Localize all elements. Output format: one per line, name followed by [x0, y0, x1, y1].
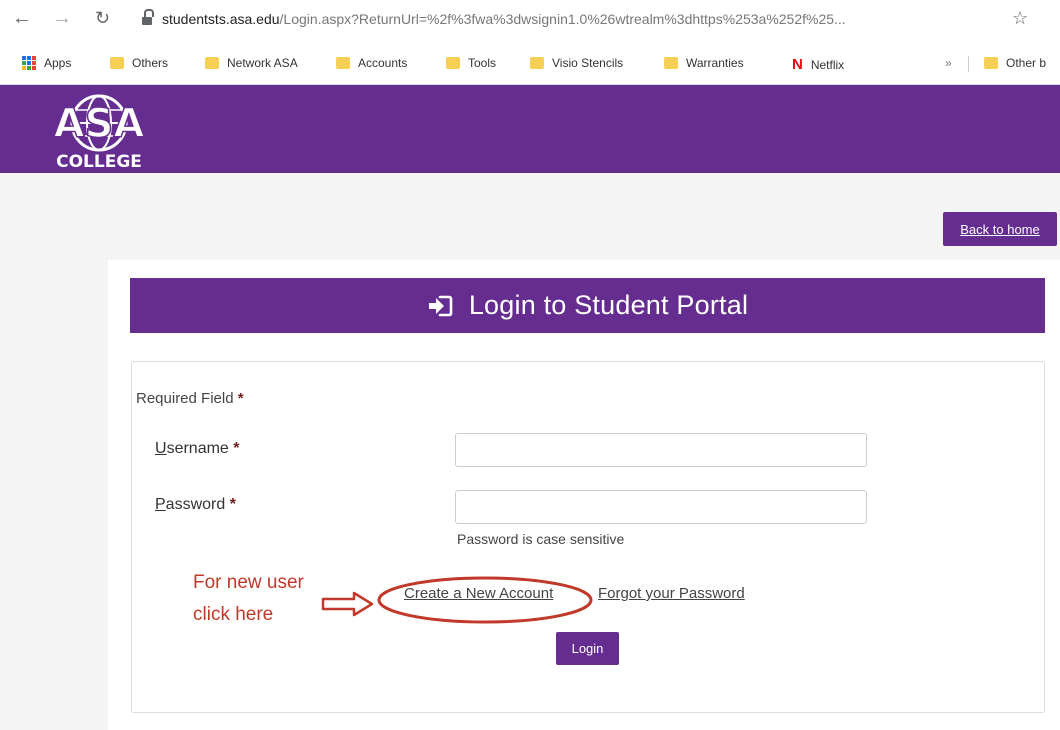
bookmarks-divider	[968, 56, 969, 72]
password-label: Password *	[155, 496, 236, 513]
username-label: Username *	[155, 440, 240, 457]
folder-icon	[530, 57, 544, 69]
bookmark-accounts[interactable]: Accounts	[336, 56, 407, 70]
folder-icon	[110, 57, 124, 69]
folder-icon	[205, 57, 219, 69]
netflix-icon: N	[792, 56, 803, 73]
bookmark-other-bookmarks[interactable]: Other b	[984, 56, 1046, 70]
annotation-line-1: For new user	[193, 572, 304, 593]
apps-icon	[22, 56, 36, 70]
folder-icon	[336, 57, 350, 69]
logo-subtext: COLLEGE	[56, 152, 142, 171]
back-arrow-icon[interactable]: ←	[12, 8, 32, 28]
url-text: studentsts.asa.edu/Login.aspx?ReturnUrl=…	[162, 11, 846, 27]
forward-arrow-icon[interactable]: →	[52, 8, 72, 28]
bookmarks-overflow-button[interactable]: »	[945, 56, 952, 70]
bookmark-tools[interactable]: Tools	[446, 56, 496, 70]
bookmark-others[interactable]: Others	[110, 56, 168, 70]
login-title-bar: Login to Student Portal	[130, 278, 1045, 333]
login-button[interactable]: Login	[556, 632, 619, 665]
required-asterisk: *	[233, 440, 240, 457]
annotation-line-2: click here	[193, 604, 274, 625]
forgot-password-link[interactable]: Forgot your Password	[598, 585, 745, 602]
bookmark-star-icon[interactable]: ☆	[1012, 8, 1028, 29]
logo-text: ASA	[54, 101, 145, 147]
browser-toolbar: ← → ↻ studentsts.asa.edu/Login.aspx?Retu…	[0, 0, 1060, 44]
required-field-note: Required Field *	[136, 390, 244, 407]
bookmark-netflix[interactable]: N Netflix	[792, 56, 844, 73]
folder-icon	[664, 57, 678, 69]
asa-college-logo[interactable]: ASA COLLEGE	[42, 91, 157, 171]
password-input[interactable]	[455, 490, 867, 524]
address-bar[interactable]: studentsts.asa.edu/Login.aspx?ReturnUrl=…	[140, 6, 1010, 34]
create-account-link[interactable]: Create a New Account	[404, 585, 553, 602]
username-input[interactable]	[455, 433, 867, 467]
annotation-arrow-icon	[321, 591, 374, 617]
folder-icon	[446, 57, 460, 69]
required-asterisk: *	[237, 390, 244, 407]
sign-in-icon	[428, 295, 453, 316]
bookmark-warranties[interactable]: Warranties	[664, 56, 744, 70]
password-hint: Password is case sensitive	[457, 531, 625, 547]
reload-icon[interactable]: ↻	[95, 8, 110, 28]
lock-icon	[142, 9, 154, 25]
bookmark-visio-stencils[interactable]: Visio Stencils	[530, 56, 623, 70]
bookmark-apps[interactable]: Apps	[22, 56, 71, 70]
back-to-home-button[interactable]: Back to home	[943, 212, 1057, 246]
bookmarks-bar: Apps Others Network ASA Accounts Tools V…	[0, 44, 1060, 85]
bookmark-network-asa[interactable]: Network ASA	[205, 56, 298, 70]
required-asterisk: *	[229, 496, 236, 513]
site-header: ASA COLLEGE	[0, 85, 1060, 173]
page-title: Login to Student Portal	[468, 290, 749, 320]
folder-icon	[984, 57, 998, 69]
